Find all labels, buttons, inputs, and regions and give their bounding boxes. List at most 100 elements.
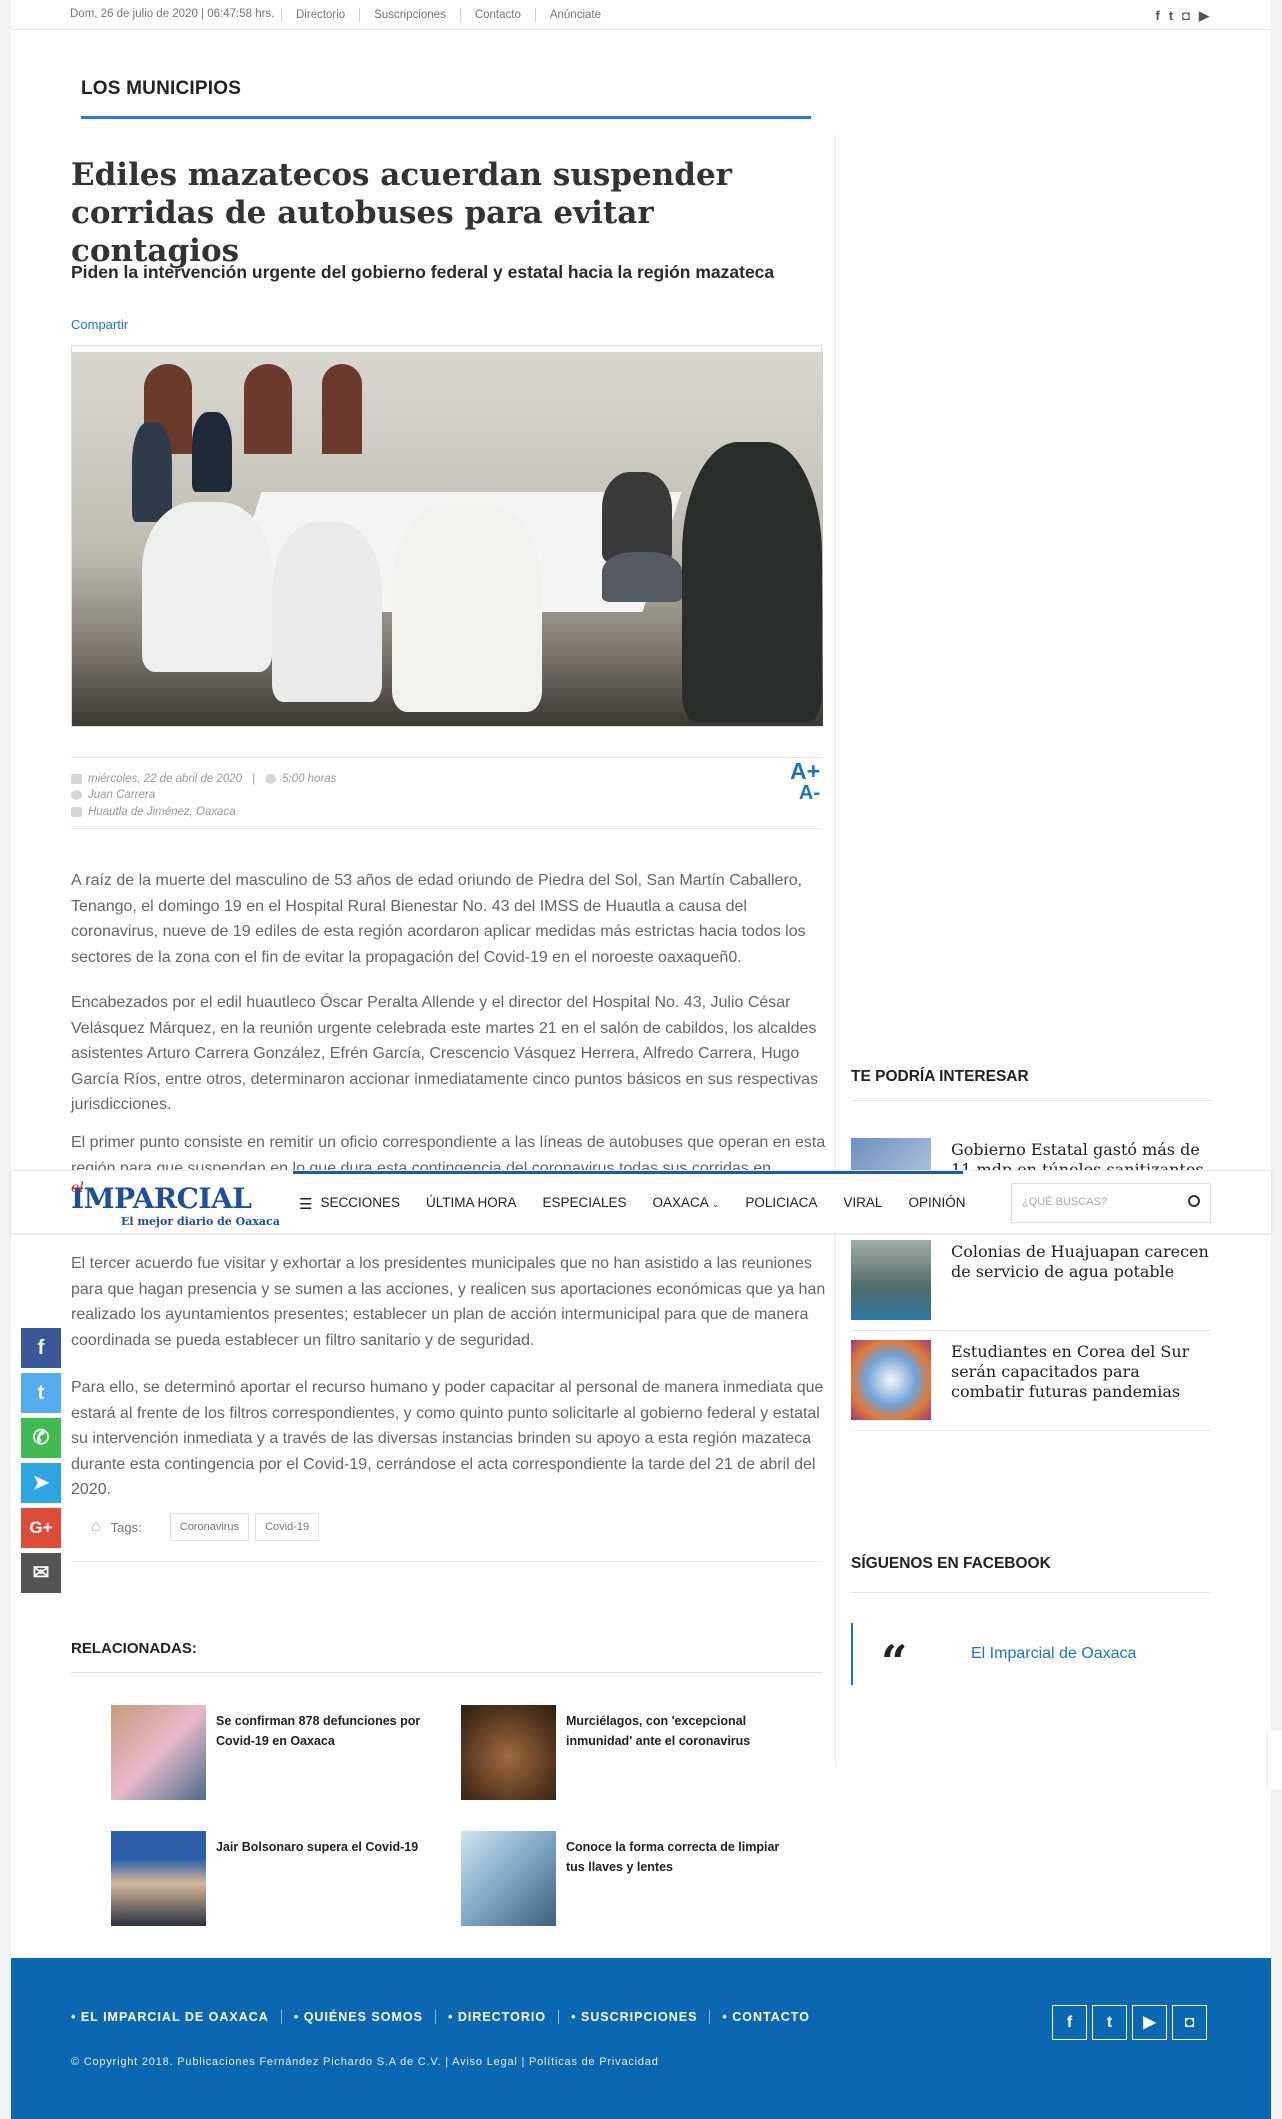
- link-contacto[interactable]: Contacto: [459, 8, 535, 22]
- facebook-icon[interactable]: f: [1155, 8, 1159, 24]
- footer-link-imparcial[interactable]: • EL IMPARCIAL DE OAXACA: [71, 2010, 282, 2024]
- footer-link-directorio[interactable]: • DIRECTORIO: [448, 2010, 560, 2024]
- youtube-icon[interactable]: ▶: [1132, 2005, 1167, 2040]
- twitter-icon[interactable]: t: [1092, 2005, 1127, 2040]
- search-input[interactable]: ¿QUÉ BUSCAS?: [1011, 1183, 1211, 1223]
- calendar-icon: [71, 774, 82, 784]
- nav-ultima-hora[interactable]: ÚLTIMA HORA: [426, 1195, 517, 1213]
- whatsapp-share-icon[interactable]: ✆: [21, 1418, 61, 1458]
- quote-icon: “: [881, 1635, 908, 1689]
- footer-link-contacto[interactable]: • CONTACTO: [722, 2010, 822, 2024]
- twitter-share-icon[interactable]: t: [21, 1373, 61, 1413]
- nav-especiales[interactable]: ESPECIALES: [543, 1195, 627, 1213]
- current-date: Dom, 26 de julio de 2020 | 06:47:58 hrs.: [70, 8, 275, 20]
- sidebar-facebook-title: SÍGUENOS EN FACEBOOK: [851, 1555, 1051, 1572]
- logo-el: el: [71, 1180, 84, 1196]
- youtube-icon[interactable]: ▶: [1199, 8, 1209, 24]
- font-decrease-button[interactable]: A-: [790, 782, 820, 804]
- nav-opinion[interactable]: OPINIÓN: [908, 1195, 965, 1213]
- section-underline: [81, 116, 811, 119]
- tags-icon: ⌂: [91, 1518, 101, 1535]
- article-author: Juan Carrera: [88, 789, 156, 801]
- article-photo: [71, 345, 823, 727]
- divider: [71, 1672, 822, 1673]
- nav-oaxaca-label: OAXACA: [652, 1195, 709, 1210]
- paragraph-4: El tercer acuerdo fue visitar y exhortar…: [71, 1255, 826, 1349]
- sidebar-thumbnail[interactable]: [851, 1340, 931, 1420]
- tag-coronavirus[interactable]: Coronavirus: [169, 1513, 250, 1541]
- column-divider: [835, 135, 836, 1765]
- link-anunciate[interactable]: Anúnciate: [534, 8, 615, 22]
- user-icon: [71, 790, 82, 800]
- font-size-controls: A+ A-: [790, 760, 820, 805]
- font-increase-button[interactable]: A+: [790, 760, 820, 783]
- hamburger-icon[interactable]: ☰: [299, 1195, 312, 1213]
- related-thumbnail[interactable]: [461, 1831, 556, 1926]
- logo-tagline: El mejor diario de Oaxaca: [121, 1215, 280, 1228]
- meeting-photo: [72, 352, 823, 726]
- footer-links: • EL IMPARCIAL DE OAXACA • QUIÉNES SOMOS…: [71, 2010, 834, 2024]
- copyright: © Copyright 2018. Publicaciones Fernánde…: [71, 2056, 659, 2068]
- facebook-widget: “ El Imparcial de Oaxaca: [851, 1623, 1211, 1689]
- nav-policiaca[interactable]: POLICIACA: [745, 1195, 817, 1213]
- article-location: Huautla de Jiménez, Oaxaca: [88, 806, 236, 818]
- sidebar-item[interactable]: Estudiantes en Corea del Sur serán capac…: [851, 1340, 1211, 1430]
- facebook-icon[interactable]: f: [1052, 2005, 1087, 2040]
- section-title[interactable]: LOS MUNICIPIOS: [81, 78, 241, 100]
- link-suscripciones[interactable]: Suscripciones: [359, 8, 460, 22]
- related-thumbnail[interactable]: [111, 1705, 206, 1800]
- related-headline[interactable]: Murciélagos, con 'excepcional inmunidad'…: [566, 1711, 791, 1751]
- site-logo[interactable]: el IMPARCIAL El mejor diario de Oaxaca: [71, 1180, 280, 1228]
- recaptcha-badge[interactable]: [1268, 1730, 1282, 1790]
- nav-menu: ☰ SECCIONES ÚLTIMA HORA ESPECIALES OAXAC…: [299, 1195, 991, 1213]
- instagram-icon[interactable]: ◘: [1172, 2005, 1207, 2040]
- link-directorio[interactable]: Directorio: [281, 8, 359, 22]
- tag-covid-19[interactable]: Covid-19: [255, 1513, 320, 1541]
- logo-wordmark: IMPARCIAL: [71, 1182, 252, 1215]
- footer: • EL IMPARCIAL DE OAXACA • QUIÉNES SOMOS…: [11, 1958, 1271, 2119]
- sidebar-thumbnail[interactable]: [851, 1240, 931, 1320]
- tags-label: Tags:: [110, 1519, 142, 1535]
- share-link[interactable]: Compartir: [71, 317, 128, 332]
- related-headline[interactable]: Conoce la forma correcta de limpiar tus …: [566, 1837, 791, 1877]
- sidebar-headline[interactable]: Colonias de Huajuapan carecen de servici…: [951, 1242, 1211, 1282]
- telegram-share-icon[interactable]: ➤: [21, 1463, 61, 1503]
- sidebar-headline[interactable]: Estudiantes en Corea del Sur serán capac…: [951, 1342, 1211, 1402]
- search-placeholder: ¿QUÉ BUSCAS?: [1022, 1196, 1107, 1208]
- instagram-icon[interactable]: ◘: [1182, 8, 1190, 24]
- twitter-icon[interactable]: t: [1169, 8, 1173, 24]
- top-bar: Dom, 26 de julio de 2020 | 06:47:58 hrs.…: [11, 0, 1271, 30]
- nav-viral[interactable]: VIRAL: [843, 1195, 882, 1213]
- share-buttons: f t ✆ ➤ G+ ✉: [21, 1328, 61, 1598]
- paragraph-1: A raíz de la muerte del masculino de 53 …: [71, 872, 806, 966]
- related-headline[interactable]: Jair Bolsonaro supera el Covid-19: [216, 1837, 441, 1857]
- page: Dom, 26 de julio de 2020 | 06:47:58 hrs.…: [11, 0, 1271, 2119]
- related-title: RELACIONADAS:: [71, 1640, 197, 1657]
- google-plus-share-icon[interactable]: G+: [21, 1508, 61, 1548]
- search-icon[interactable]: [1188, 1195, 1200, 1207]
- facebook-share-icon[interactable]: f: [21, 1328, 61, 1368]
- divider: [71, 1561, 822, 1562]
- facebook-page-link[interactable]: El Imparcial de Oaxaca: [971, 1645, 1136, 1663]
- footer-link-suscripciones[interactable]: • SUSCRIPCIONES: [571, 2010, 711, 2024]
- sidebar-interest-title: TE PODRÍA INTERESAR: [851, 1068, 1029, 1085]
- sticky-navbar: el IMPARCIAL El mejor diario de Oaxaca ☰…: [11, 1170, 1271, 1233]
- footer-social-icons: f t ▶ ◘: [1052, 2005, 1207, 2040]
- email-share-icon[interactable]: ✉: [21, 1553, 61, 1593]
- top-links: Directorio Suscripciones Contacto Anúnci…: [281, 8, 615, 22]
- article-subhead: Piden la intervención urgente del gobier…: [71, 262, 775, 282]
- divider: [851, 1592, 1211, 1593]
- nav-accent-line: [293, 1171, 963, 1174]
- related-thumbnail[interactable]: [461, 1705, 556, 1800]
- paragraph-5: Para ello, se determinó aportar el recur…: [71, 1379, 824, 1498]
- article-headline: Ediles mazatecos acuerdan suspender corr…: [71, 157, 733, 269]
- sidebar-item[interactable]: Colonias de Huajuapan carecen de servici…: [851, 1240, 1211, 1330]
- divider: [851, 1330, 1211, 1331]
- footer-link-quienes-somos[interactable]: • QUIÉNES SOMOS: [294, 2010, 436, 2024]
- top-social-icons: f t ◘ ▶: [1155, 8, 1209, 24]
- nav-oaxaca[interactable]: OAXACA ⌄: [653, 1195, 720, 1213]
- related-headline[interactable]: Se confirman 878 defunciones por Covid-1…: [216, 1711, 441, 1751]
- related-thumbnail[interactable]: [111, 1831, 206, 1926]
- divider: [851, 1100, 1211, 1101]
- nav-secciones[interactable]: SECCIONES: [320, 1195, 400, 1213]
